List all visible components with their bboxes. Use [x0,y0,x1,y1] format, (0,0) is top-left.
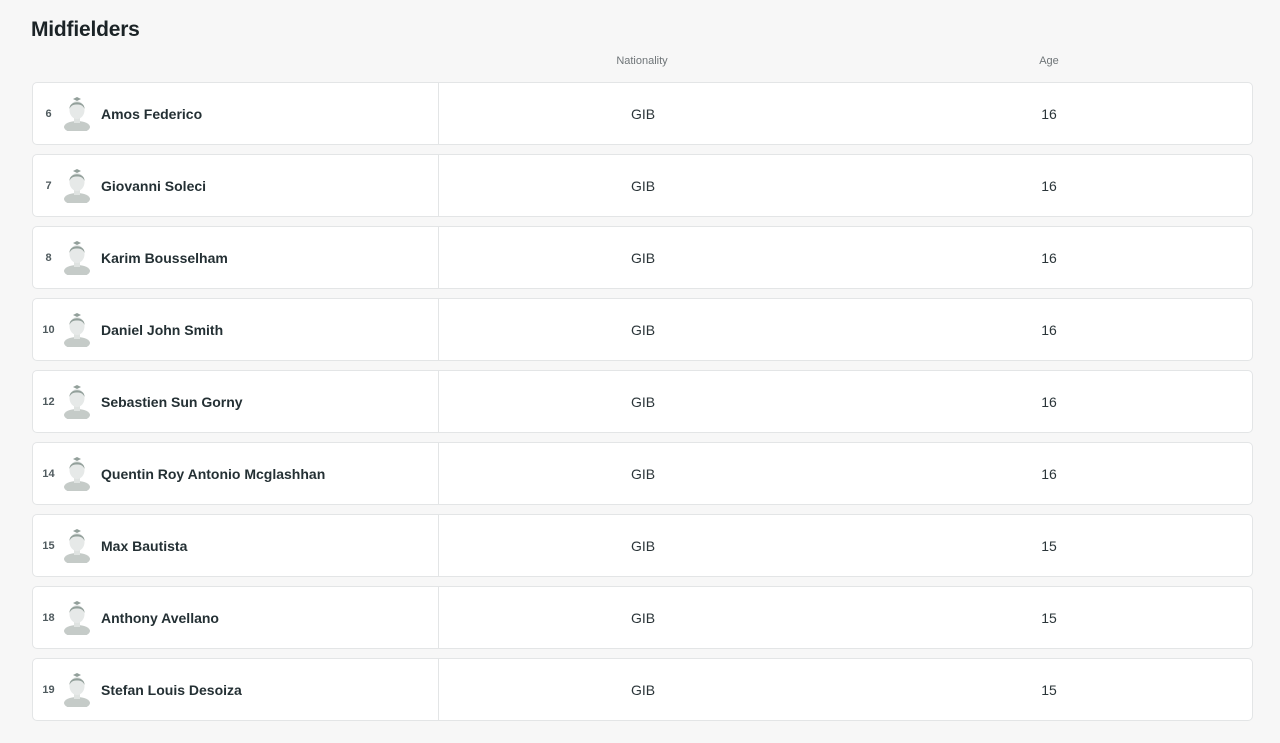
player-row[interactable]: 15 Max Bautista GIB 15 [32,514,1253,577]
player-nationality: GIB [630,321,656,338]
column-divider [438,227,439,288]
player-row[interactable]: 14 Quentin Roy Antonio Mcglashhan GIB 16 [32,442,1253,505]
player-age: 16 [1041,465,1057,482]
player-name-link[interactable]: Amos Federico [101,83,202,144]
player-nationality: GIB [630,537,656,554]
column-divider [438,371,439,432]
player-row[interactable]: 8 Karim Bousselham GIB 16 [32,226,1253,289]
player-age: 16 [1041,249,1057,266]
player-nationality: GIB [630,177,656,194]
player-silhouette-icon [63,313,91,349]
player-nationality: GIB [630,393,656,410]
player-silhouette-icon [63,385,91,421]
player-row[interactable]: 19 Stefan Louis Desoiza GIB 15 [32,658,1253,721]
player-silhouette-icon [63,457,91,493]
player-age: 15 [1041,537,1057,554]
player-silhouette-icon [63,601,91,637]
player-row[interactable]: 10 Daniel John Smith GIB 16 [32,298,1253,361]
player-name-link[interactable]: Daniel John Smith [101,299,223,360]
shirt-number: 7 [45,179,52,192]
player-name-link[interactable]: Karim Bousselham [101,227,228,288]
player-nationality: GIB [630,609,656,626]
player-silhouette-icon [63,241,91,277]
player-row[interactable]: 18 Anthony Avellano GIB 15 [32,586,1253,649]
player-silhouette-icon [63,529,91,565]
column-header-age: Age [1039,55,1059,67]
shirt-number: 10 [42,323,55,336]
player-age: 16 [1041,177,1057,194]
player-silhouette-icon [63,673,91,709]
player-age: 15 [1041,681,1057,698]
player-name-link[interactable]: Giovanni Soleci [101,155,206,216]
player-age: 16 [1041,393,1057,410]
column-header-nationality: Nationality [616,55,668,67]
column-divider [438,587,439,648]
shirt-number: 18 [42,611,55,624]
player-age: 15 [1041,609,1057,626]
player-silhouette-icon [63,169,91,205]
column-divider [438,515,439,576]
player-nationality: GIB [630,465,656,482]
player-nationality: GIB [630,681,656,698]
column-divider [438,83,439,144]
player-name-link[interactable]: Sebastien Sun Gorny [101,371,243,432]
section-title: Midfielders [31,18,140,41]
player-list: 6 Amos Federico GIB 16 7 Giovanni Soleci… [32,82,1253,730]
shirt-number: 19 [42,683,55,696]
player-name-link[interactable]: Anthony Avellano [101,587,219,648]
shirt-number: 6 [45,107,52,120]
player-silhouette-icon [63,97,91,133]
player-name-link[interactable]: Quentin Roy Antonio Mcglashhan [101,443,325,504]
player-nationality: GIB [630,105,656,122]
player-row[interactable]: 6 Amos Federico GIB 16 [32,82,1253,145]
player-age: 16 [1041,105,1057,122]
player-name-link[interactable]: Stefan Louis Desoiza [101,659,242,720]
column-divider [438,155,439,216]
shirt-number: 15 [42,539,55,552]
shirt-number: 8 [45,251,52,264]
shirt-number: 12 [42,395,55,408]
player-row[interactable]: 7 Giovanni Soleci GIB 16 [32,154,1253,217]
column-divider [438,659,439,720]
player-row[interactable]: 12 Sebastien Sun Gorny GIB 16 [32,370,1253,433]
column-divider [438,299,439,360]
player-name-link[interactable]: Max Bautista [101,515,187,576]
column-divider [438,443,439,504]
player-age: 16 [1041,321,1057,338]
shirt-number: 14 [42,467,55,480]
player-nationality: GIB [630,249,656,266]
